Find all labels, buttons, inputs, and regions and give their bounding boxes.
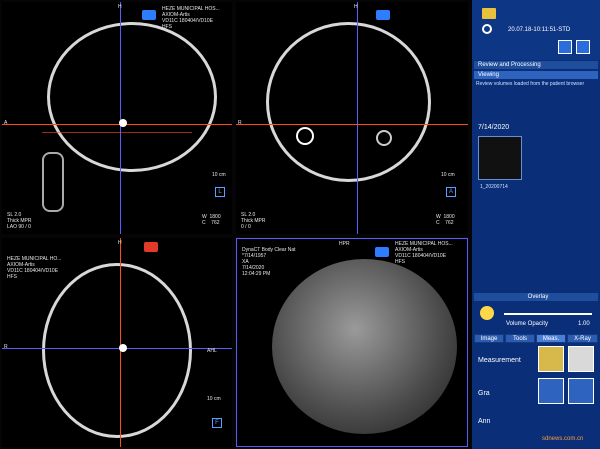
crosshair-vertical (120, 238, 121, 447)
annotation-label: Ann (478, 418, 491, 425)
orientation-left: A (4, 120, 8, 126)
ahl-label: AHL (207, 348, 217, 354)
crosshair-vertical (120, 2, 121, 234)
orientation-cube[interactable]: L (215, 187, 225, 197)
orientation-top: H (354, 4, 358, 10)
scale-label: 10 cm (212, 172, 226, 178)
control-panel: 20.07.18-10:11:51-STD Review and Process… (472, 0, 600, 449)
viewport-sagittal[interactable]: H A HEZE MUNICIPAL HOS... AXIOM-Artis VD… (2, 2, 232, 234)
3d-skull-render (272, 259, 457, 434)
viewport-axial[interactable]: HEZE MUNICIPAL HO... AXIOM-Artis VD11C 1… (2, 238, 232, 447)
orientation-icon[interactable] (142, 10, 156, 20)
tab-tools[interactable]: Tools (505, 334, 535, 343)
tab-strip: Image Tools Meas. X-Ray (474, 334, 598, 343)
orientation-left: R (4, 344, 8, 350)
orientation-icon[interactable] (376, 10, 390, 20)
hospital-info: HEZE MUNICIPAL HOS... AXIOM-Artis VD11C … (162, 6, 220, 30)
slice-info: SL 2.0 Thick MPR 0 / 0 (241, 212, 266, 230)
viewing-title[interactable]: Viewing (474, 71, 598, 79)
tab-xray[interactable]: X-Ray (567, 334, 598, 343)
date-label: 7/14/2020 (478, 124, 510, 131)
layout-button[interactable] (558, 40, 572, 54)
skull-outline (42, 263, 192, 438)
orientation-top: H (118, 240, 122, 246)
thumbnail-label: 1_20200714 (480, 184, 508, 190)
ruler-tool-button[interactable] (538, 346, 564, 372)
volume-value: 1.00 (578, 321, 590, 327)
hospital-info: HEZE MUNICIPAL HOS... AXIOM-Artis VD11C … (395, 241, 453, 265)
graphic-label: Gra (478, 390, 490, 397)
sun-icon (480, 306, 494, 320)
skull-outline (266, 22, 431, 182)
watermark-text: sdnews.com.cn (542, 436, 584, 442)
folder-icon[interactable] (482, 8, 496, 19)
slice-info: SL 2.0 Thick MPR LAO 90 / 0 (7, 212, 32, 230)
orientation-top: H (118, 4, 122, 10)
crosshair-vertical (357, 2, 358, 234)
skull-outline (47, 22, 217, 172)
patient-info: HEZE MUNICIPAL HO... AXIOM-Artis VD11C 1… (7, 256, 62, 280)
orientation-icon[interactable] (375, 247, 389, 257)
orientation-icon[interactable] (144, 242, 158, 252)
volume-slider[interactable] (504, 313, 592, 315)
refresh-icon[interactable] (482, 24, 492, 34)
crosshair-horizontal (2, 348, 232, 349)
study-thumbnail[interactable] (478, 136, 522, 180)
review-header: Review and Processing (474, 61, 598, 69)
graphic-tool-button[interactable] (538, 378, 564, 404)
orientation-cube[interactable]: A (446, 187, 456, 197)
tab-image[interactable]: Image (474, 334, 504, 343)
vertebra (42, 152, 64, 212)
overlay-header: Overlay (474, 293, 598, 301)
angle-tool-button[interactable] (568, 346, 594, 372)
scale-label: 10 cm (207, 396, 221, 402)
window-level: W 1800 C 762 (202, 214, 221, 226)
crosshair-horizontal (2, 124, 232, 125)
scale-label: 10 cm (441, 172, 455, 178)
graphic-tool-button-2[interactable] (568, 378, 594, 404)
patient-info: DynaCT Body Clear Nat *7/14/1957 XA 7/14… (242, 247, 296, 277)
orientation-left: R (238, 120, 242, 126)
window-level: W 1800 C 762 (436, 214, 455, 226)
measurement-label: Measurement (478, 357, 521, 364)
viewport-3d[interactable]: DynaCT Body Clear Nat *7/14/1957 XA 7/14… (236, 238, 468, 447)
export-button[interactable] (576, 40, 590, 54)
datetime: 20.07.18-10:11:51-STD (508, 27, 571, 33)
viewing-hint: Review volumes loaded from the patient b… (476, 81, 585, 87)
tab-meas[interactable]: Meas. (536, 334, 566, 343)
crosshair-horizontal (236, 124, 468, 125)
volume-label: Volume Opacity (506, 321, 549, 327)
viewport-coronal[interactable]: H R SL 2.0 Thick MPR 0 / 0 W 1800 C 762 … (236, 2, 468, 234)
hpr-label: HPR (339, 241, 350, 247)
top-bar: 20.07.18-10:11:51-STD (472, 0, 600, 60)
orientation-cube[interactable]: F (212, 418, 222, 428)
